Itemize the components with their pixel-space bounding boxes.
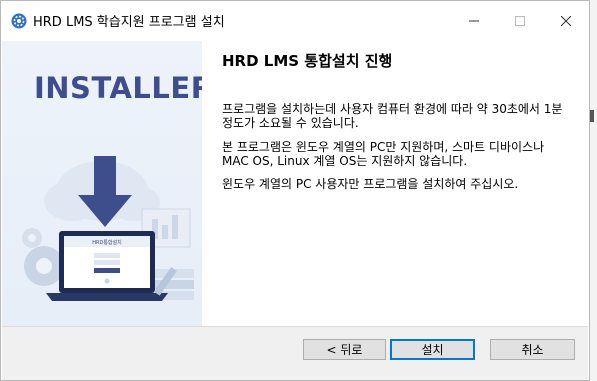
close-button[interactable] [543,1,589,41]
background-window-edge [590,0,597,381]
page-heading: HRD LMS 통합설치 진행 [222,52,393,70]
close-icon [561,16,571,26]
gears-icon [22,228,64,286]
minimize-icon [469,20,479,22]
title-bar[interactable]: HRD LMS 학습지원 프로그램 설치 [1,1,589,41]
install-button[interactable]: 설치 [390,339,475,360]
minimize-button[interactable] [451,1,497,41]
cancel-button[interactable]: 취소 [490,339,575,360]
gear-icon [11,13,27,29]
maximize-icon [515,16,525,26]
info-paragraph: 프로그램을 설치하는데 사용자 컴퓨터 환경에 따라 약 30초에서 1분 정도… [222,102,563,130]
installer-banner: INSTALLER HRD통합설치 [2,41,202,326]
window-title: HRD LMS 학습지원 프로그램 설치 [33,15,225,30]
maximize-button[interactable] [497,1,543,41]
installer-window: HRD LMS 학습지원 프로그램 설치 INSTALLER HRD통합설치 H… [0,0,590,381]
laptop-screen-title: HRD통합설치 [92,239,122,246]
background-window-mark [590,110,594,122]
laptop-icon: HRD통합설치 [46,231,168,301]
info-paragraph: 윈도우 계열의 PC 사용자만 프로그램을 설치하여 주십시오. [222,177,519,191]
banner-illustration: HRD통합설치 [22,156,194,301]
info-paragraph: 본 프로그램은 윈도우 계열의 PC만 지원하며, 스마트 디바이스나 MAC … [222,140,545,168]
back-button[interactable]: < 뒤로 [303,339,386,360]
